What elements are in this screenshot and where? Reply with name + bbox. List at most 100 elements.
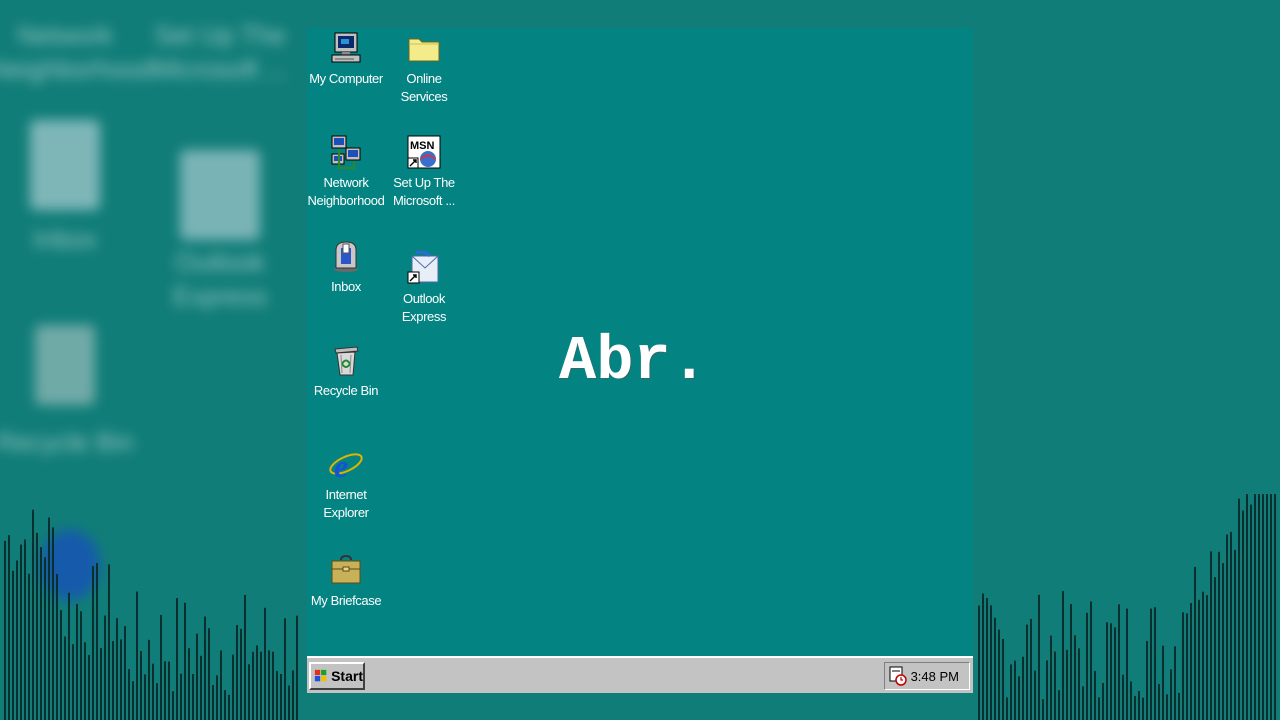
visualizer-bar — [1186, 613, 1188, 720]
visualizer-bar — [1106, 622, 1108, 720]
visualizer-bar — [1202, 591, 1204, 720]
visualizer-bar — [68, 592, 70, 720]
visualizer-bar — [124, 626, 126, 720]
visualizer-bar — [1062, 591, 1064, 720]
visualizer-bar — [1158, 683, 1160, 720]
visualizer-bar — [1270, 494, 1272, 720]
visualizer-bar — [284, 618, 286, 720]
desktop-icon-my-computer[interactable]: My Computer — [307, 30, 385, 88]
visualizer-bar — [208, 628, 210, 720]
visualizer-bar — [1214, 577, 1216, 720]
visualizer-bar — [1090, 601, 1092, 720]
visualizer-bar — [64, 636, 66, 720]
desktop-icon-internet-explorer[interactable]: e Internet Explorer — [307, 446, 385, 522]
visualizer-bar — [180, 673, 182, 720]
visualizer-bar — [244, 594, 246, 720]
win95-desktop: My Computer Online Services Network Neig… — [307, 28, 973, 693]
visualizer-bar — [32, 509, 34, 720]
visualizer-bar — [276, 670, 278, 720]
visualizer-bar — [986, 598, 988, 720]
desktop-icon-msn-setup[interactable]: MSN Set Up The Microsoft ... — [385, 134, 463, 210]
visualizer-bar — [108, 564, 110, 720]
start-label: Start — [331, 668, 363, 684]
visualizer-bar — [136, 591, 138, 720]
visualizer-bar — [292, 670, 294, 720]
desktop-icon-my-briefcase[interactable]: My Briefcase — [307, 552, 385, 610]
visualizer-bar — [28, 573, 30, 720]
visualizer-bar — [1066, 649, 1068, 720]
visualizer-bar — [1082, 686, 1084, 720]
msn-setup-icon: MSN — [407, 135, 441, 169]
visualizer-bar — [1094, 670, 1096, 720]
visualizer-bar — [20, 544, 22, 720]
visualizer-bar — [994, 617, 996, 720]
visualizer-bar — [252, 651, 254, 720]
visualizer-bar — [96, 563, 98, 720]
visualizer-bar — [978, 605, 980, 720]
visualizer-bar — [144, 674, 146, 720]
visualizer-bar — [1210, 551, 1212, 720]
visualizer-bar — [1190, 603, 1192, 720]
visualizer-bar — [12, 570, 14, 720]
visualizer-bar — [1142, 697, 1144, 720]
visualizer-bar — [104, 615, 106, 720]
visualizer-bar — [1070, 604, 1072, 720]
visualizer-bar — [72, 644, 74, 720]
visualizer-bar — [176, 598, 178, 720]
clock[interactable]: 3:48 PM — [911, 669, 959, 684]
visualizer-bar — [1234, 549, 1236, 720]
visualizer-bar — [1230, 531, 1232, 720]
visualizer-bar — [1130, 681, 1132, 720]
visualizer-bar — [1014, 660, 1016, 720]
visualizer-bar — [1034, 670, 1036, 720]
recycle-bin-icon — [334, 346, 359, 376]
visualizer-bar — [1010, 664, 1012, 720]
visualizer-bar — [232, 654, 234, 720]
visualizer-bar — [1122, 674, 1124, 720]
visualizer-bar — [188, 648, 190, 720]
visualizer-bar — [120, 639, 122, 720]
visualizer-bar — [1266, 494, 1268, 720]
scheduler-icon[interactable] — [889, 666, 907, 686]
visualizer-bar — [8, 535, 10, 720]
visualizer-bar — [1170, 669, 1172, 720]
desktop-icon-outlook-express[interactable]: Outlook Express — [385, 250, 463, 326]
visualizer-bar — [92, 566, 94, 720]
visualizer-bar — [1218, 551, 1220, 720]
visualizer-bar — [224, 690, 226, 720]
visualizer-bar — [1054, 651, 1056, 720]
visualizer-bar — [60, 610, 62, 720]
visualizer-bar — [4, 540, 6, 720]
visualizer-bar — [1074, 635, 1076, 720]
visualizer-bar — [1154, 607, 1156, 720]
visualizer-bar — [1242, 510, 1244, 720]
visualizer-bar — [240, 628, 242, 720]
visualizer-bar — [164, 661, 166, 720]
visualizer-bar — [260, 651, 262, 720]
visualizer-bar — [88, 654, 90, 720]
desktop-icon-network-neighborhood[interactable]: Network Neighborhood — [307, 134, 385, 210]
visualizer-bar — [268, 650, 270, 720]
desktop-icon-online-services[interactable]: Online Services — [385, 30, 463, 106]
visualizer-bar — [148, 639, 150, 720]
visualizer-bar — [1150, 608, 1152, 720]
visualizer-bar — [296, 615, 298, 720]
windows-logo-icon — [314, 669, 327, 682]
icon-label: Outlook Express — [401, 291, 447, 324]
start-button[interactable]: Start — [309, 662, 365, 690]
visualizer-bar — [1162, 645, 1164, 720]
visualizer-bar — [1018, 676, 1020, 720]
desktop-icon-recycle-bin[interactable]: Recycle Bin — [307, 342, 385, 400]
network-neighborhood-icon — [331, 135, 361, 169]
visualizer-bar — [1098, 697, 1100, 720]
visualizer-bar — [80, 611, 82, 720]
desktop-icon-inbox[interactable]: Inbox — [307, 238, 385, 296]
visualizer-bar — [112, 641, 114, 720]
visualizer-bar — [264, 607, 266, 720]
visualizer-bar — [1246, 494, 1248, 720]
visualizer-bar — [1110, 623, 1112, 720]
visualizer-bar — [160, 614, 162, 720]
visualizer-bar — [212, 685, 214, 720]
visualizer-bar — [196, 633, 198, 720]
visualizer-bar — [1114, 627, 1116, 720]
